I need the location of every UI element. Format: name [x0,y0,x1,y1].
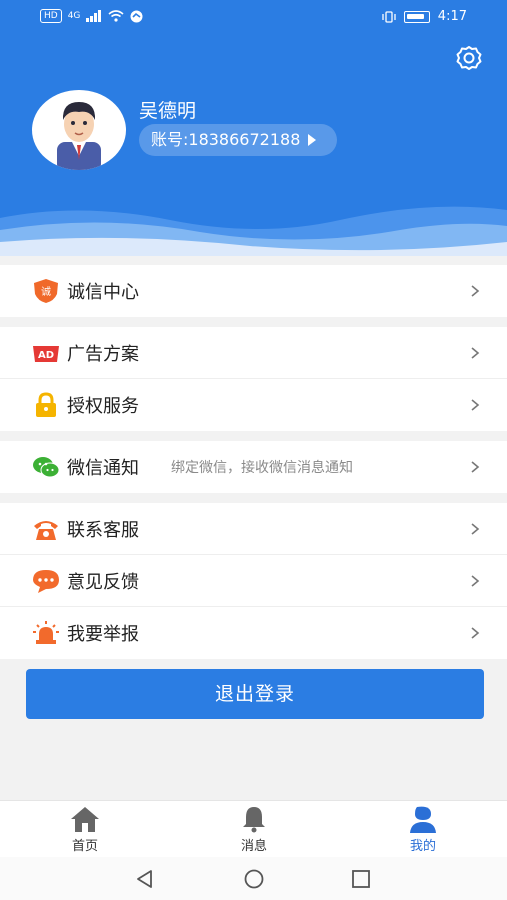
svg-text:AD: AD [38,350,54,361]
menu-item-credit-center[interactable]: 诚 诚信中心 [0,265,507,317]
chevron-right-icon [471,285,480,297]
menu-label: 微信通知 [67,458,139,479]
logout-button[interactable]: 退出登录 [26,669,484,719]
menu-item-feedback[interactable]: 意见反馈 [0,555,507,607]
menu-hint: 绑定微信，接收微信消息通知 [171,460,353,476]
system-navigation-bar [0,857,507,900]
menu-label: 诚信中心 [67,282,139,303]
account-pill[interactable]: 账号:18386672188 [139,124,337,156]
chat-bubble-icon [33,570,59,593]
tab-messages[interactable]: 消息 [214,805,294,854]
wifi-icon [108,10,124,22]
bottom-tab-bar: 首页 消息 我的 [0,800,507,857]
menu-item-wechat-notify[interactable]: 微信通知 绑定微信，接收微信消息通知 [0,441,507,493]
alarm-light-icon [33,621,59,644]
settings-gear-icon[interactable] [455,44,483,72]
chevron-right-icon [471,575,480,587]
header-wave-decoration [0,206,507,256]
home-circle-icon[interactable] [243,869,265,889]
menu-label: 我要举报 [67,624,139,645]
clock: 4:17 [437,9,467,24]
svg-text:诚: 诚 [41,286,51,298]
phone-icon [34,521,58,540]
menu-label: 广告方案 [67,343,139,365]
menu-label: 授权服务 [67,396,139,417]
ad-icon: AD [33,346,59,362]
menu-item-ad-plan[interactable]: AD 广告方案 [0,327,507,379]
profile-header: HD 4G 4:17 吴德明 账号:18386672188 [0,0,507,256]
menu-group-support: 联系客服 意见反馈 我要举报 [0,503,507,659]
menu-item-authorization[interactable]: 授权服务 [0,379,507,431]
tab-label: 我的 [409,839,436,854]
credit-shield-icon: 诚 [34,279,58,303]
chevron-right-icon [471,461,480,473]
tab-label: 消息 [240,839,267,854]
tab-label: 首页 [71,839,98,854]
user-icon [410,806,436,833]
lock-icon [36,392,56,417]
back-triangle-icon[interactable] [135,869,155,889]
menu-group-ad: AD 广告方案 授权服务 [0,327,507,431]
menu-item-report[interactable]: 我要举报 [0,607,507,659]
tab-home[interactable]: 首页 [45,805,125,854]
avatar[interactable] [32,90,126,170]
chevron-right-icon [471,523,480,535]
tab-mine[interactable]: 我的 [383,805,463,854]
play-arrow-icon [308,134,317,146]
avatar-person-illustration [57,102,101,170]
network-type: 4G [67,11,81,21]
chevron-right-icon [471,399,480,411]
menu-group-credit: 诚 诚信中心 [0,265,507,317]
sync-icon [130,10,143,22]
home-icon [71,807,99,832]
menu-label: 意见反馈 [67,571,139,593]
hd-badge: HD [40,9,62,23]
recents-square-icon[interactable] [351,869,371,889]
menu-item-contact-service[interactable]: 联系客服 [0,503,507,555]
signal-icon [86,10,102,22]
user-name: 吴德明 [139,100,197,122]
chevron-right-icon [471,347,480,359]
menu-group-wechat: 微信通知 绑定微信，接收微信消息通知 [0,441,507,493]
chevron-right-icon [471,627,480,639]
wechat-icon [33,457,60,478]
status-bar: HD 4G 4:17 [0,0,507,34]
battery-icon [403,10,430,23]
vibrate-icon [382,10,396,23]
menu-label: 联系客服 [67,519,139,541]
bell-icon [243,807,265,833]
account-number: 账号:18386672188 [151,130,301,149]
